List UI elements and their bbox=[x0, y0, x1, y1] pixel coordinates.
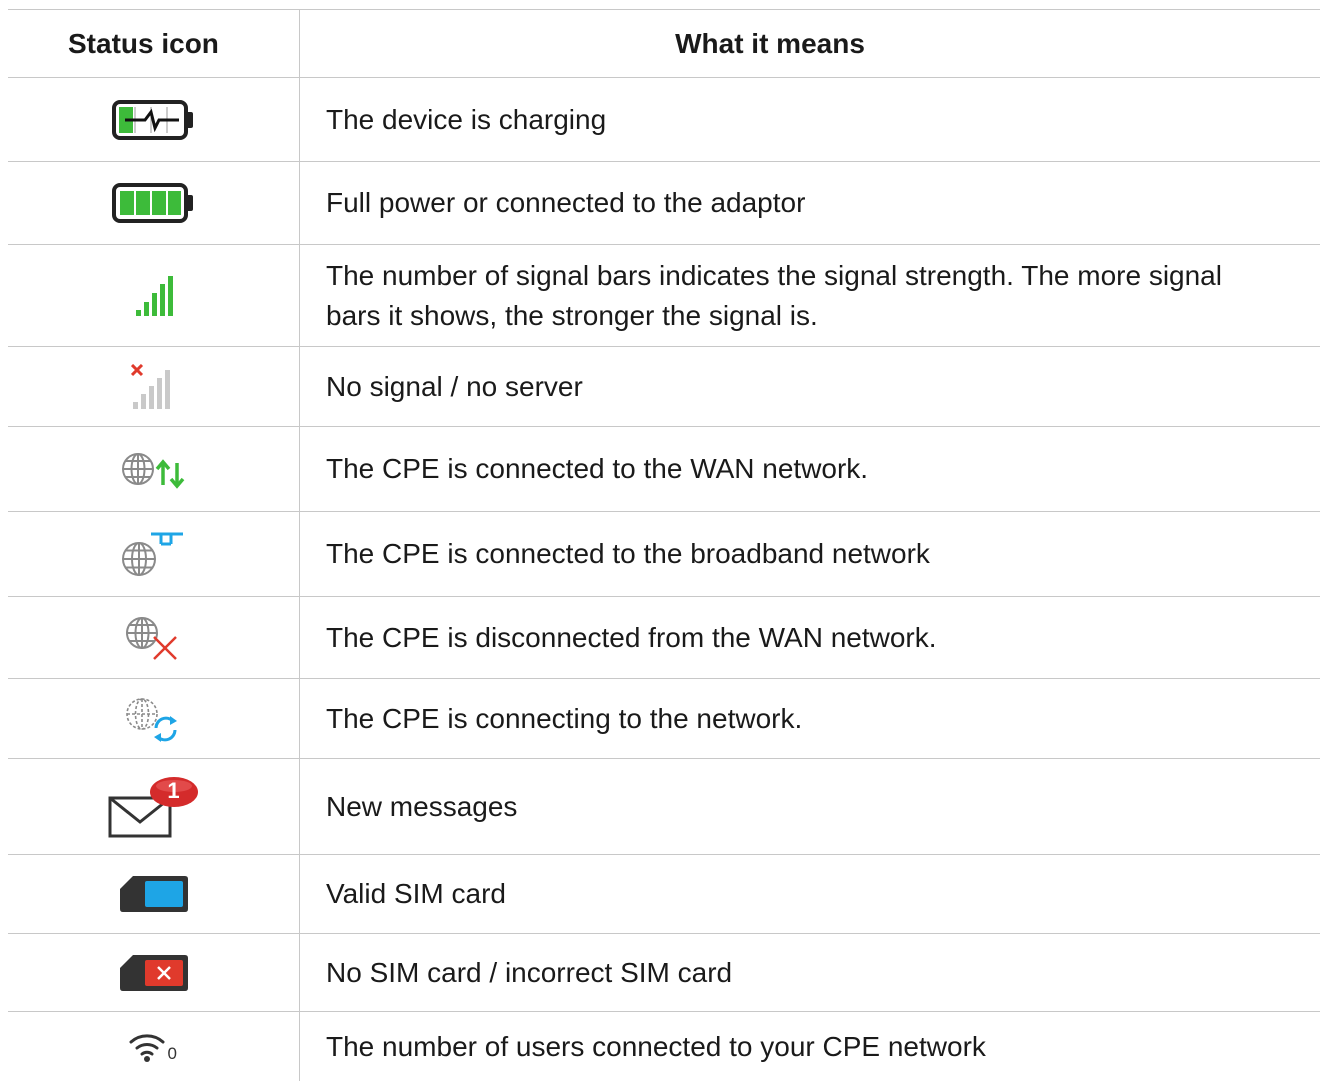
row-meaning: New messages bbox=[326, 790, 518, 822]
header-status-icon: Status icon bbox=[8, 10, 300, 77]
icon-cell bbox=[8, 162, 300, 244]
icon-cell: 1 bbox=[8, 759, 300, 854]
icon-cell bbox=[8, 855, 300, 933]
table-row: 0 The number of users connected to your … bbox=[8, 1012, 1320, 1081]
icon-cell bbox=[8, 597, 300, 678]
table-row: The CPE is connected to the broadband ne… bbox=[8, 512, 1320, 597]
sim-valid-icon bbox=[119, 874, 189, 914]
icon-cell bbox=[8, 679, 300, 758]
row-meaning: The CPE is connected to the broadband ne… bbox=[326, 538, 930, 569]
table-row: The CPE is connected to the WAN network. bbox=[8, 427, 1320, 512]
table-row: The CPE is disconnected from the WAN net… bbox=[8, 597, 1320, 679]
icon-cell bbox=[8, 245, 300, 346]
no-signal-icon bbox=[130, 363, 177, 410]
wan-disconnected-icon bbox=[124, 615, 184, 661]
new-messages-icon: 1 bbox=[108, 776, 200, 838]
battery-full-icon bbox=[111, 181, 197, 225]
status-icon-table: Status icon What it means The device is … bbox=[8, 9, 1320, 1081]
wan-connected-icon bbox=[121, 449, 187, 489]
message-count-badge: 1 bbox=[167, 777, 180, 803]
icon-cell bbox=[8, 934, 300, 1011]
row-meaning: The device is charging bbox=[326, 103, 607, 135]
row-meaning: The CPE is disconnected from the WAN net… bbox=[326, 621, 937, 653]
table-row: No signal / no server bbox=[8, 347, 1320, 427]
icon-cell bbox=[8, 347, 300, 426]
table-row: Valid SIM card bbox=[8, 855, 1320, 934]
table-row: 1 New messages bbox=[8, 759, 1320, 855]
table-row: Full power or connected to the adaptor bbox=[8, 162, 1320, 245]
row-meaning: Valid SIM card bbox=[326, 878, 506, 909]
header-what-it-means: What it means bbox=[675, 27, 865, 59]
row-meaning: The number of signal bars indicates the … bbox=[326, 259, 1222, 331]
user-count: 0 bbox=[167, 1043, 177, 1063]
broadband-connected-icon bbox=[121, 530, 187, 578]
row-meaning: The CPE is connected to the WAN network. bbox=[326, 453, 869, 484]
icon-cell bbox=[8, 427, 300, 511]
table-row: The number of signal bars indicates the … bbox=[8, 245, 1320, 347]
sim-invalid-icon bbox=[119, 953, 189, 993]
icon-cell bbox=[8, 512, 300, 596]
signal-bars-icon bbox=[134, 275, 174, 317]
row-meaning: No SIM card / incorrect SIM card bbox=[326, 956, 733, 988]
row-meaning: The number of users connected to your CP… bbox=[326, 1030, 986, 1062]
battery-charging-icon bbox=[111, 98, 197, 142]
row-meaning: No signal / no server bbox=[326, 370, 583, 402]
icon-cell bbox=[8, 78, 300, 161]
table-header-row: Status icon What it means bbox=[8, 9, 1320, 78]
row-meaning: Full power or connected to the adaptor bbox=[326, 187, 806, 218]
wifi-users-icon: 0 bbox=[128, 1030, 180, 1064]
icon-cell: 0 bbox=[8, 1012, 300, 1081]
table-row: The device is charging bbox=[8, 78, 1320, 162]
network-connecting-icon bbox=[124, 696, 184, 742]
table-row: No SIM card / incorrect SIM card bbox=[8, 934, 1320, 1012]
row-meaning: The CPE is connecting to the network. bbox=[326, 702, 803, 734]
table-row: The CPE is connecting to the network. bbox=[8, 679, 1320, 759]
